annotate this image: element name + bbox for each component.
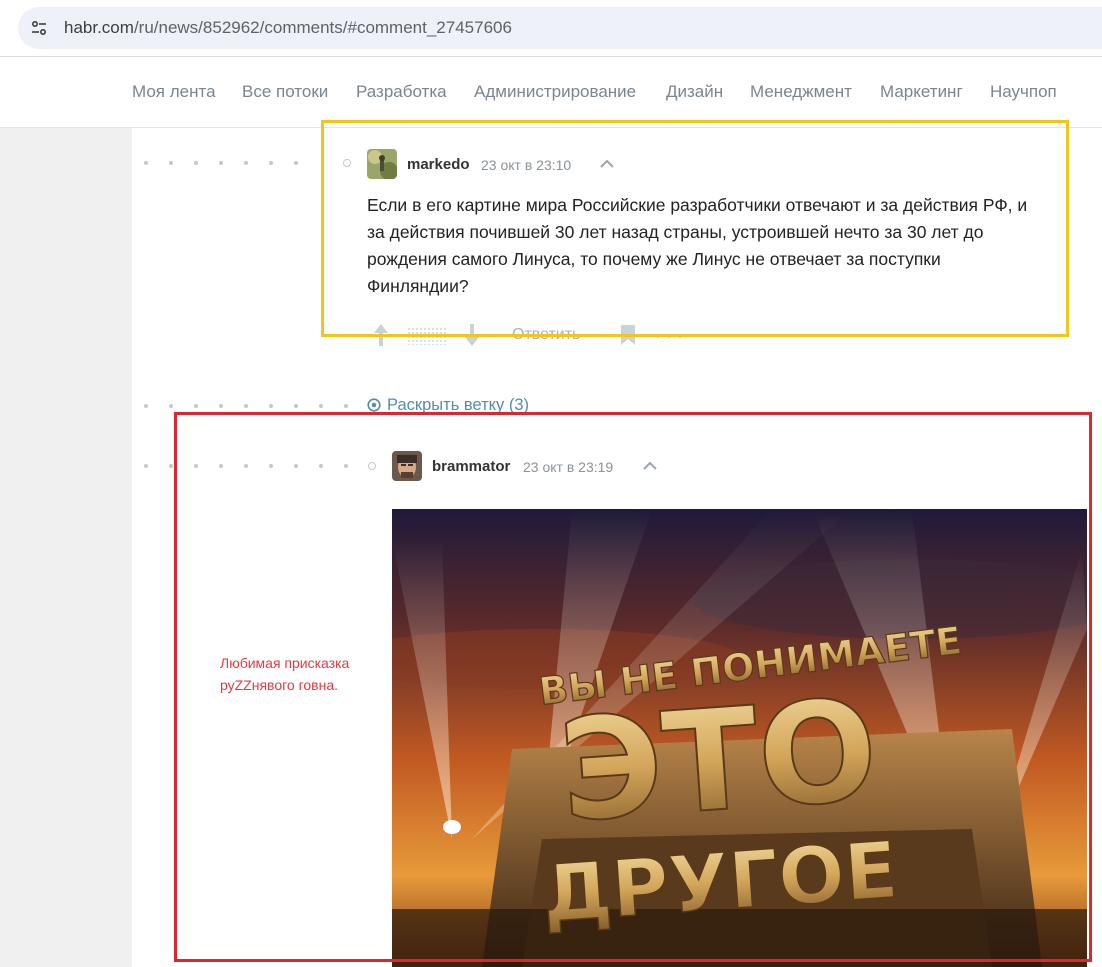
comment-time[interactable]: 23 окт в 23:19 [523,459,613,475]
url-field[interactable]: habr.com/ru/news/852962/comments/#commen… [18,7,1102,49]
expand-branch-label: Раскрыть ветку (3) [387,396,530,414]
arrow-down-icon[interactable] [463,322,481,348]
nav-development[interactable]: Разработка [356,82,447,102]
chevron-up-icon[interactable] [642,461,658,471]
nav-popsci[interactable]: Научпоп [990,82,1057,102]
thread-node [368,462,376,470]
avatar[interactable] [367,149,397,179]
url-text[interactable]: habr.com/ru/news/852962/comments/#commen… [64,18,512,38]
reply-button[interactable]: Ответить [512,326,580,344]
site-nav: Моя лента Все потоки Разработка Админист… [0,57,1102,128]
comment-author[interactable]: markedo [407,156,470,173]
url-host: habr.com [64,18,134,37]
url-path: /ru/news/852962/comments/#comment_274576… [133,18,512,37]
tune-icon[interactable] [30,19,48,37]
nav-all-streams[interactable]: Все потоки [242,82,328,102]
expand-branch-link[interactable]: Раскрыть ветку (3) [367,396,529,415]
arrow-up-icon[interactable] [372,322,390,348]
left-gutter [0,128,132,967]
comment-author[interactable]: brammator [432,458,510,475]
chevron-up-icon[interactable] [599,159,615,169]
expand-circle-icon [367,398,381,412]
comment-image[interactable]: ВЫ НЕ ПОНИМАЕТЕ ЭТО ДРУГОЕ [392,509,1087,967]
nav-my-feed[interactable]: Моя лента [132,82,216,102]
browser-address-bar: habr.com/ru/news/852962/comments/#commen… [0,0,1102,56]
nav-marketing[interactable]: Маркетинг [880,82,963,102]
comment-body: Если в его картине мира Российские разра… [367,195,1028,296]
nav-administration[interactable]: Администрирование [474,82,636,102]
more-icon[interactable] [656,334,682,338]
comment-time[interactable]: 23 окт в 23:10 [481,157,571,173]
rating-score [407,327,447,345]
thread-node [343,159,351,167]
bookmark-icon[interactable] [620,324,636,346]
meme-middle: ЭТО [555,669,883,854]
nav-management[interactable]: Менеджмент [750,82,852,102]
nav-design[interactable]: Дизайн [666,82,723,102]
avatar[interactable] [392,451,422,481]
annotation-note: Любимая присказка руZZнявого говна. [220,655,350,693]
